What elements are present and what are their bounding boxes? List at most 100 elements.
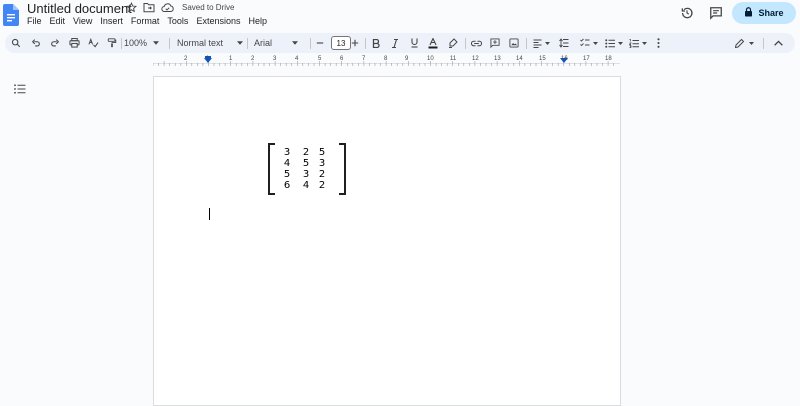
menu-file[interactable]: File bbox=[27, 16, 46, 26]
right-bracket bbox=[339, 143, 346, 195]
print-icon[interactable] bbox=[67, 33, 81, 53]
document-title[interactable]: Untitled document bbox=[27, 1, 132, 16]
zoom-value: 100% bbox=[124, 38, 148, 48]
matrix-cell: 2 bbox=[318, 169, 326, 180]
ruler-label: 9 bbox=[405, 56, 409, 62]
menu-insert[interactable]: Insert bbox=[100, 16, 127, 26]
increase-font-size-button[interactable] bbox=[349, 33, 361, 53]
text-cursor bbox=[209, 208, 210, 220]
search-menus-icon[interactable] bbox=[9, 33, 23, 53]
insert-link-icon[interactable] bbox=[469, 33, 483, 53]
font-family-value: Arial bbox=[254, 38, 273, 48]
more-options-icon[interactable] bbox=[653, 33, 663, 53]
chevron-down-icon bbox=[749, 41, 754, 45]
ruler-label: 5 bbox=[318, 56, 322, 62]
matrix-cell: 2 bbox=[302, 147, 310, 158]
font-family-select[interactable]: Arial bbox=[254, 33, 310, 53]
toolbar-divider bbox=[526, 38, 527, 49]
chevron-down-icon bbox=[593, 41, 598, 45]
horizontal-ruler[interactable]: 2 1 1 2 3 4 5 6 7 8 9 10 11 12 13 14 15 … bbox=[153, 56, 620, 68]
paint-format-icon[interactable] bbox=[105, 33, 119, 53]
highlight-color-icon[interactable] bbox=[446, 33, 460, 53]
checklist-icon[interactable] bbox=[577, 33, 601, 53]
toolbar-divider bbox=[365, 38, 366, 49]
ruler-label: 16 bbox=[561, 56, 568, 62]
underline-icon[interactable] bbox=[407, 33, 421, 53]
matrix-equation[interactable]: 3 2 5 4 5 3 5 3 2 6 4 2 bbox=[268, 143, 346, 195]
matrix-cell: 3 bbox=[302, 169, 310, 180]
matrix-cell: 4 bbox=[302, 180, 310, 191]
matrix-cell: 5 bbox=[318, 147, 326, 158]
docs-logo-icon[interactable] bbox=[3, 4, 19, 26]
menu-format[interactable]: Format bbox=[131, 16, 164, 26]
toolbar-divider bbox=[247, 38, 248, 49]
add-comment-icon[interactable] bbox=[488, 33, 502, 53]
matrix-cell: 3 bbox=[283, 147, 291, 158]
menu-help[interactable]: Help bbox=[248, 16, 271, 26]
align-left-icon[interactable] bbox=[530, 33, 552, 53]
paragraph-style-value: Normal text bbox=[177, 38, 224, 48]
matrix-cell: 5 bbox=[283, 169, 291, 180]
chevron-down-icon bbox=[292, 41, 299, 45]
left-bracket bbox=[268, 143, 275, 195]
toolbar-divider bbox=[121, 38, 122, 49]
move-folder-icon[interactable] bbox=[143, 2, 155, 13]
ruler-label: 2 bbox=[251, 56, 255, 62]
ruler-label: 11 bbox=[450, 56, 457, 62]
ruler-label: 15 bbox=[539, 56, 546, 62]
zoom-select[interactable]: 100% bbox=[124, 33, 168, 53]
insert-image-icon[interactable] bbox=[507, 33, 521, 53]
ruler-label: 6 bbox=[340, 56, 344, 62]
comments-icon[interactable] bbox=[709, 6, 723, 25]
cloud-saved-icon[interactable] bbox=[161, 2, 174, 13]
title-bar: Untitled document Saved to Drive File Ed… bbox=[0, 0, 800, 32]
ruler-label: 17 bbox=[583, 56, 590, 62]
share-label: Share bbox=[758, 8, 784, 18]
menu-extensions[interactable]: Extensions bbox=[196, 16, 244, 26]
ruler-label: 10 bbox=[427, 56, 434, 62]
ruler-label: 7 bbox=[362, 56, 366, 62]
toolbar-divider bbox=[169, 38, 170, 49]
version-history-icon[interactable] bbox=[680, 6, 694, 25]
ruler-label: 1 bbox=[206, 56, 210, 62]
matrix-cell: 5 bbox=[302, 158, 310, 169]
paragraph-style-select[interactable]: Normal text bbox=[177, 33, 245, 53]
ruler-label: 13 bbox=[494, 56, 501, 62]
toolbar-divider bbox=[465, 38, 466, 49]
menu-edit[interactable]: Edit bbox=[50, 16, 70, 26]
line-spacing-icon[interactable] bbox=[557, 33, 571, 53]
spelling-check-icon[interactable] bbox=[86, 33, 100, 53]
numbered-list-icon[interactable] bbox=[627, 33, 649, 53]
formatting-toolbar: 100% Normal text Arial 13 bbox=[5, 33, 795, 53]
chevron-down-icon bbox=[237, 41, 244, 45]
text-color-icon[interactable] bbox=[426, 33, 440, 53]
matrix-cell: 6 bbox=[283, 180, 291, 191]
editing-mode-icon[interactable] bbox=[731, 33, 757, 53]
lock-icon bbox=[744, 7, 753, 19]
menu-bar: File Edit View Insert Format Tools Exten… bbox=[27, 16, 275, 26]
toolbar-divider bbox=[310, 38, 311, 49]
italic-icon[interactable] bbox=[388, 33, 402, 53]
bulleted-list-icon[interactable] bbox=[603, 33, 625, 53]
document-page[interactable] bbox=[153, 76, 621, 406]
undo-icon[interactable] bbox=[29, 33, 43, 53]
redo-icon[interactable] bbox=[48, 33, 62, 53]
star-icon[interactable] bbox=[126, 2, 137, 13]
font-size-input[interactable]: 13 bbox=[331, 36, 351, 50]
ruler-label: 12 bbox=[472, 56, 479, 62]
matrix-cell: 2 bbox=[318, 180, 326, 191]
chevron-down-icon bbox=[642, 41, 647, 45]
ruler-label: 4 bbox=[295, 56, 299, 62]
chevron-down-icon bbox=[544, 41, 550, 45]
menu-view[interactable]: View bbox=[73, 16, 96, 26]
hide-menus-chevron-up-icon[interactable] bbox=[771, 33, 785, 53]
menu-tools[interactable]: Tools bbox=[167, 16, 192, 26]
chevron-down-icon bbox=[618, 41, 623, 45]
save-status: Saved to Drive bbox=[182, 3, 235, 12]
document-outline-icon[interactable] bbox=[14, 81, 26, 99]
matrix-cell: 4 bbox=[283, 158, 291, 169]
ruler-label: 2 bbox=[184, 56, 188, 62]
share-button[interactable]: Share bbox=[732, 2, 796, 24]
bold-icon[interactable] bbox=[369, 33, 383, 53]
decrease-font-size-button[interactable] bbox=[314, 33, 326, 53]
